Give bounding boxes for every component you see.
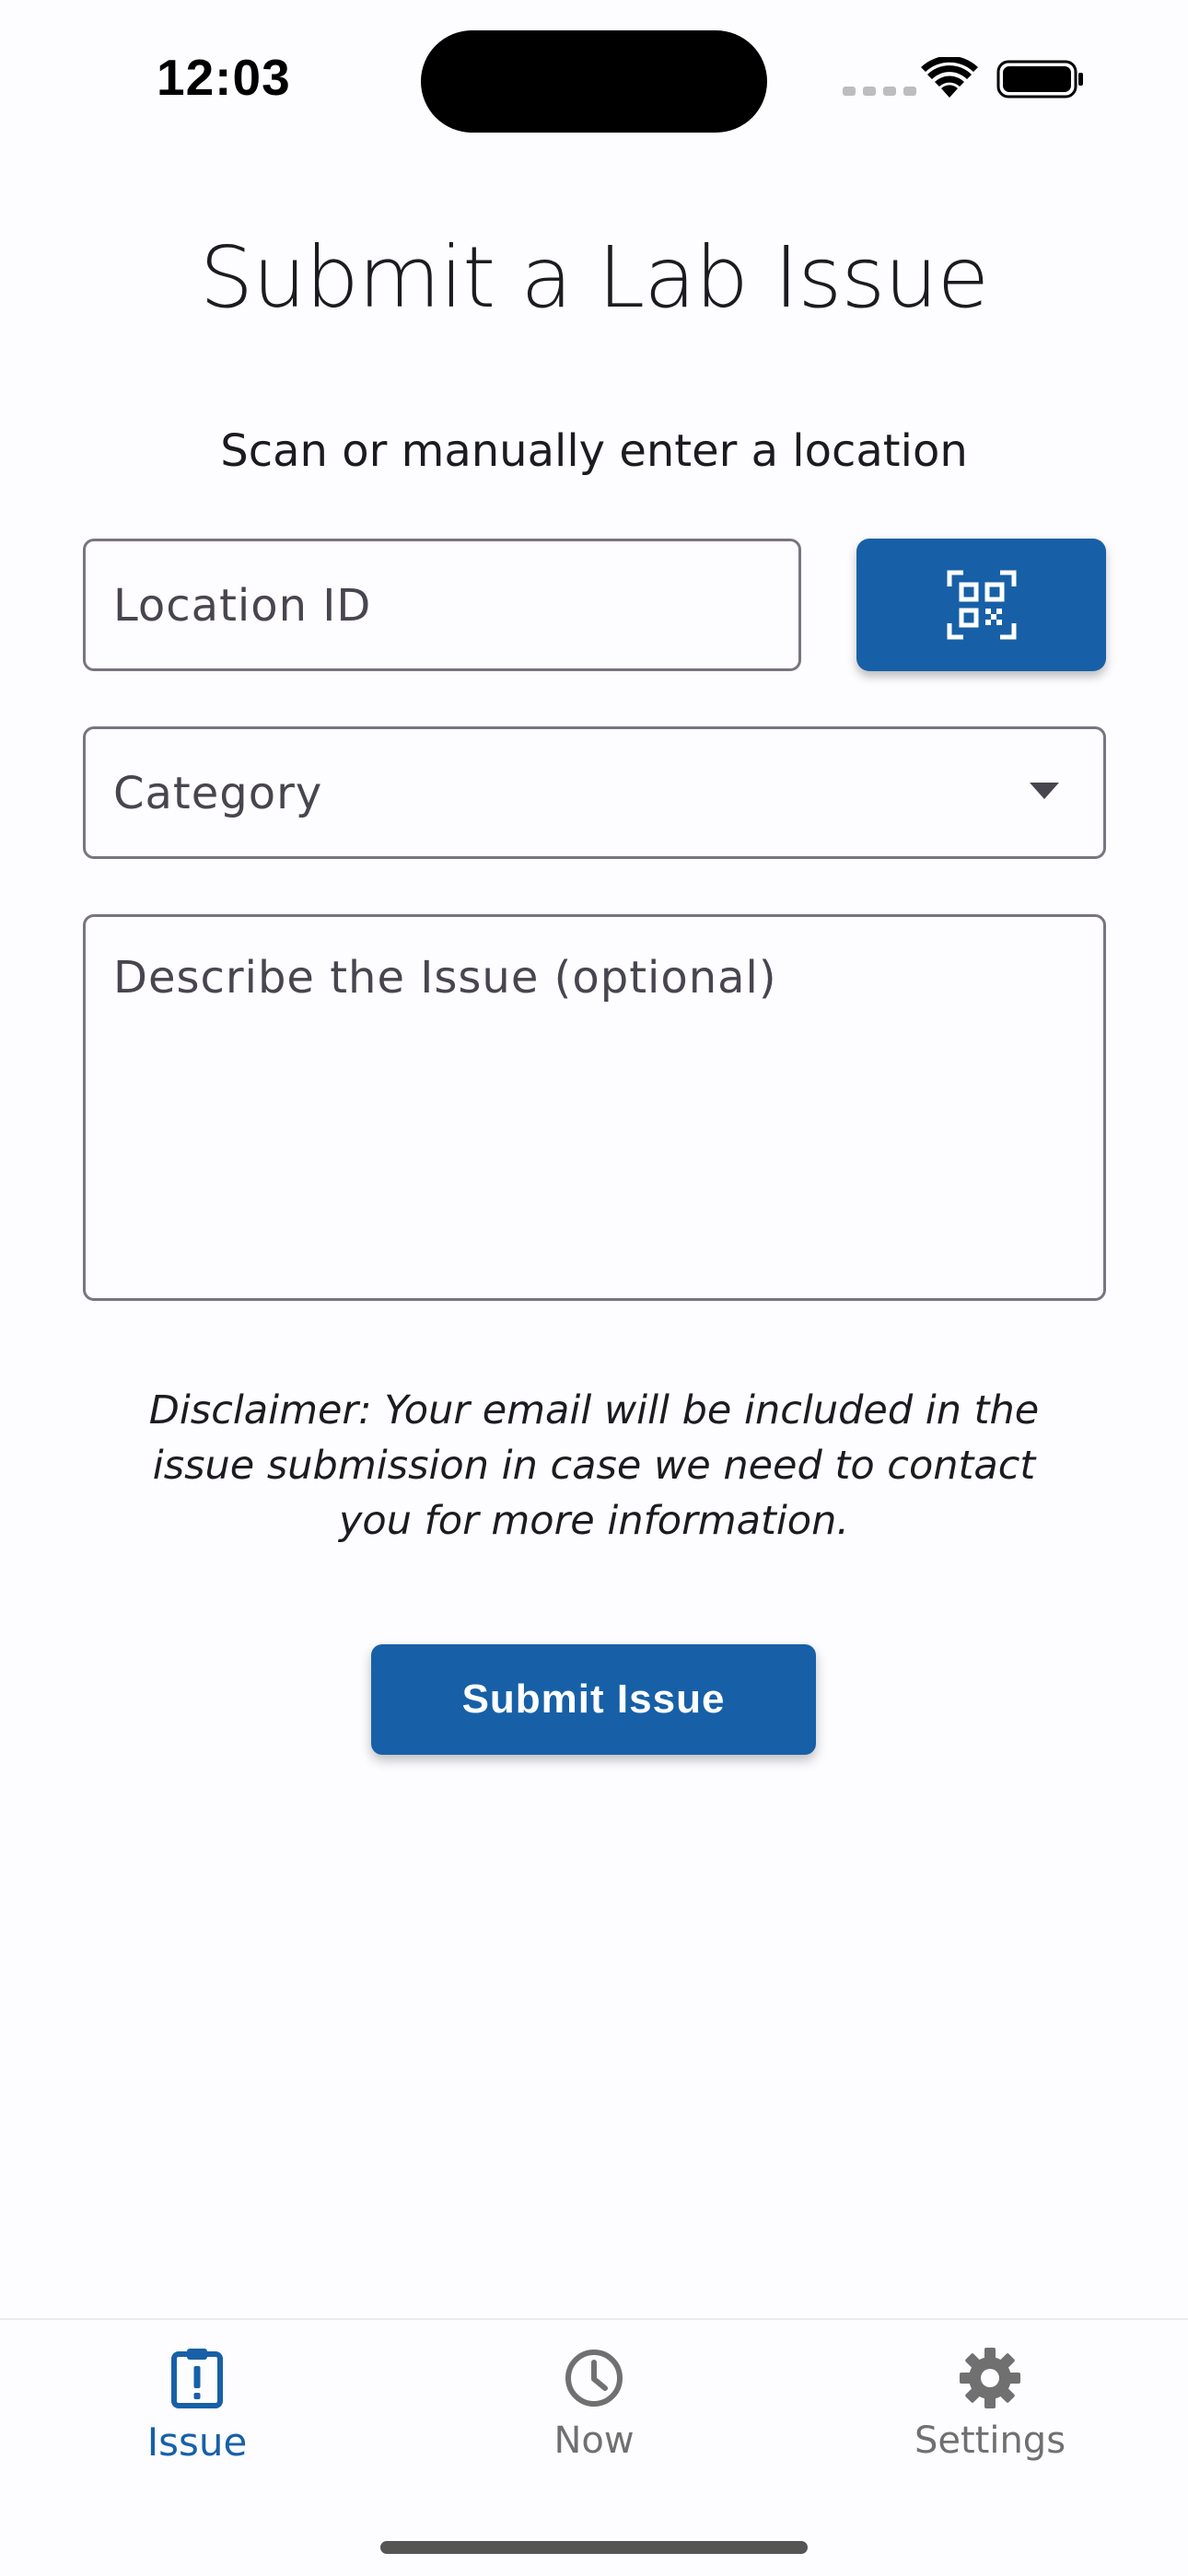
nav-tab-issue[interactable]: Issue bbox=[59, 2346, 335, 2465]
page-subtitle: Scan or manually enter a location bbox=[220, 425, 968, 477]
clock-icon bbox=[565, 2350, 623, 2407]
scan-qr-button[interactable] bbox=[856, 539, 1106, 671]
nav-tab-now[interactable]: Now bbox=[456, 2346, 732, 2462]
category-dropdown[interactable]: Category bbox=[83, 726, 1106, 859]
bottom-navigation: Issue Now Settings bbox=[0, 2318, 1188, 2576]
category-placeholder: Category bbox=[113, 768, 323, 819]
home-indicator[interactable] bbox=[380, 2541, 808, 2554]
location-id-input[interactable]: Location ID bbox=[83, 539, 801, 671]
submit-issue-button[interactable]: Submit Issue bbox=[371, 1644, 816, 1755]
description-placeholder: Describe the Issue (optional) bbox=[113, 952, 777, 1004]
nav-label-settings: Settings bbox=[914, 2419, 1066, 2462]
wifi-icon bbox=[921, 57, 978, 98]
issue-description-textarea[interactable]: Describe the Issue (optional) bbox=[83, 914, 1106, 1301]
page-title: Submit a Lab Issue bbox=[199, 228, 989, 327]
nav-label-now: Now bbox=[553, 2419, 635, 2462]
clipboard-alert-icon bbox=[171, 2349, 223, 2408]
location-id-placeholder: Location ID bbox=[113, 580, 372, 632]
battery-icon bbox=[996, 60, 1083, 99]
nav-label-issue: Issue bbox=[146, 2419, 248, 2465]
gear-icon bbox=[960, 2348, 1020, 2408]
status-time: 12:03 bbox=[157, 49, 291, 106]
dropdown-arrow-icon bbox=[1030, 783, 1059, 799]
cellular-signal-icon bbox=[843, 87, 916, 96]
qr-code-scanner-icon bbox=[947, 570, 1016, 640]
nav-tab-settings[interactable]: Settings bbox=[852, 2346, 1128, 2462]
dynamic-island bbox=[421, 30, 767, 133]
email-disclaimer: Disclaimer: Your email will be included … bbox=[148, 1387, 1040, 1544]
